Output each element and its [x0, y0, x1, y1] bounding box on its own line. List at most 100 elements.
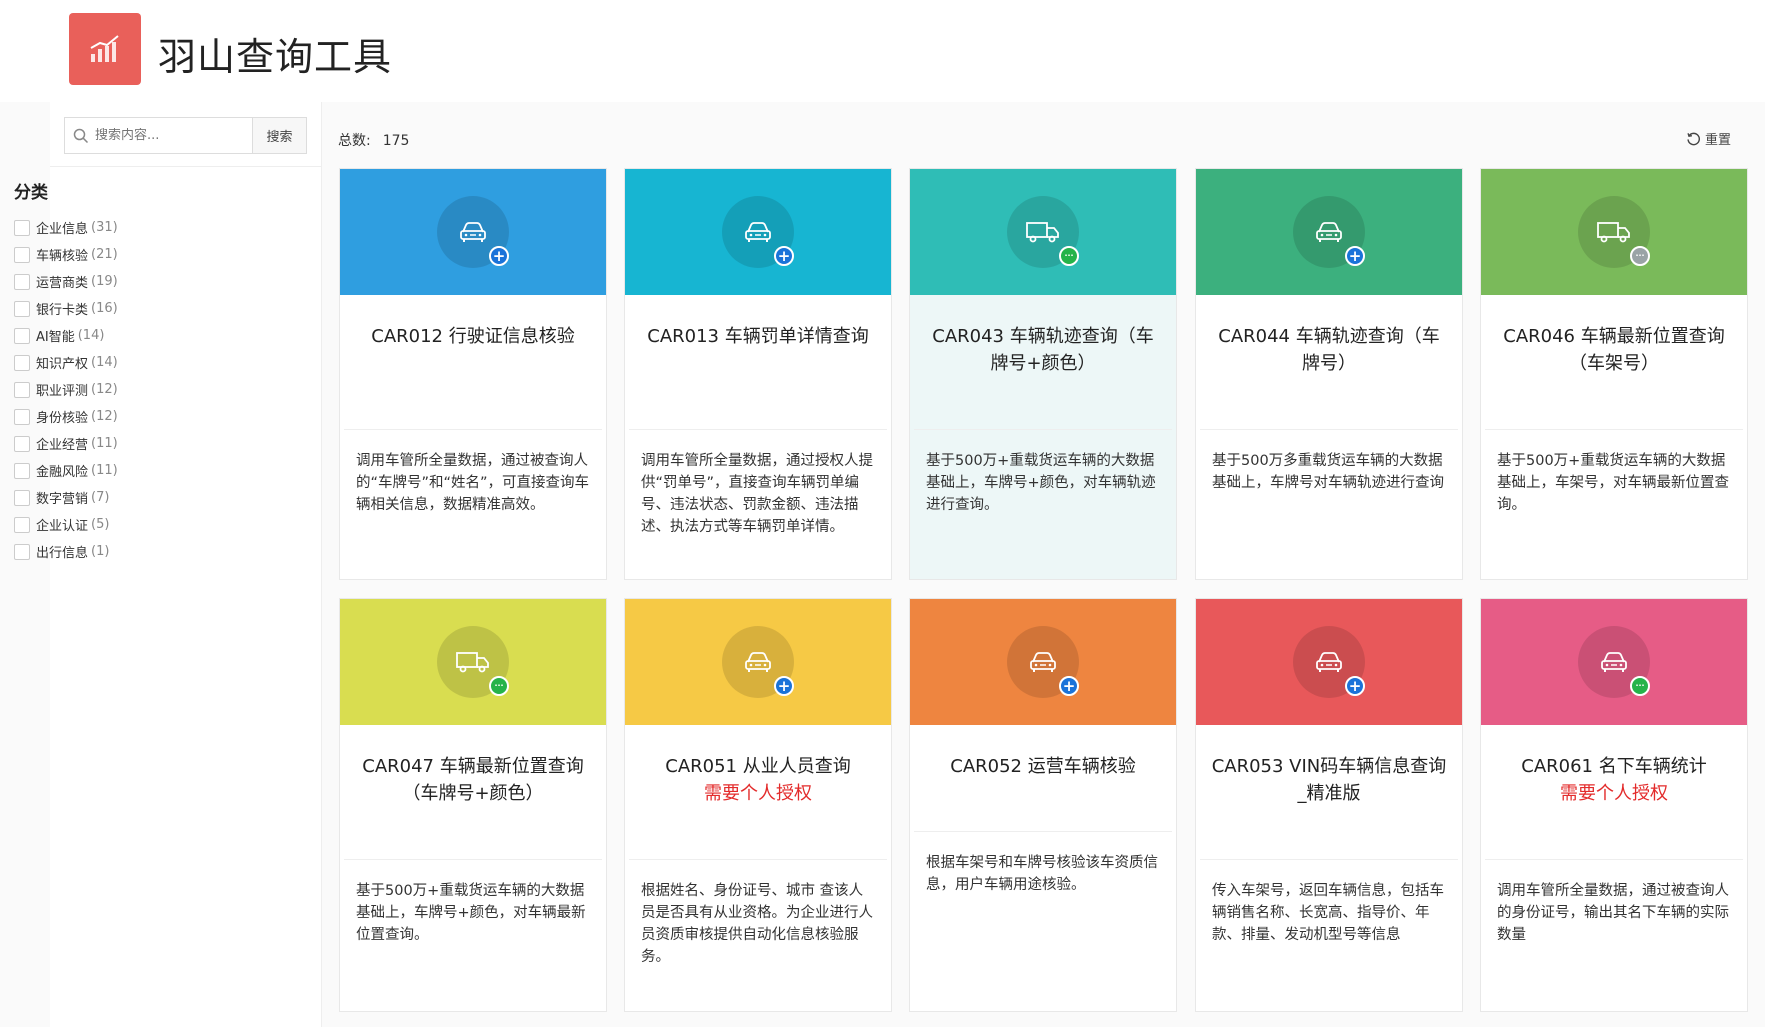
category-item[interactable]: 知识产权 (14)	[14, 349, 118, 376]
add-badge-icon: +	[774, 676, 794, 696]
category-checkbox[interactable]	[14, 273, 30, 290]
category-checkbox[interactable]	[14, 435, 30, 452]
card-title: CAR046 车辆最新位置查询（车架号）	[1481, 323, 1747, 377]
product-card[interactable]: + CAR052 运营车辆核验 根据车架号和车牌号核验该车资质信息，用户车辆用途核验…	[909, 598, 1177, 1012]
card-icon-circle: ···	[1578, 626, 1650, 698]
product-card[interactable]: ··· CAR046 车辆最新位置查询（车架号） 基于500万+重载货运车辆的大数据…	[1480, 168, 1748, 580]
card-title-text: CAR044 车辆轨迹查询（车牌号）	[1218, 326, 1440, 374]
card-icon-circle: +	[1293, 626, 1365, 698]
product-card[interactable]: ··· CAR047 车辆最新位置查询（车牌号+颜色） 基于500万+重载货运车辆的…	[339, 598, 607, 1012]
card-icon-circle: ···	[437, 626, 509, 698]
card-desc-area: 根据姓名、身份证号、城市 查该人员是否具有从业资格。为企业进行人员资质审核提供自…	[625, 860, 891, 968]
category-checkbox[interactable]	[14, 516, 30, 533]
category-checkbox[interactable]	[14, 489, 30, 506]
card-title-area: CAR044 车辆轨迹查询（车牌号）	[1196, 295, 1462, 429]
car-icon	[745, 652, 771, 672]
category-item[interactable]: AI智能 (14)	[14, 322, 118, 349]
card-banner: ···	[910, 169, 1176, 295]
category-count: (21)	[91, 247, 118, 262]
card-banner: ···	[1481, 169, 1747, 295]
category-label: 企业经营	[36, 438, 89, 453]
card-description: 基于500万+重载货运车辆的大数据基础上，车牌号+颜色，对车辆轨迹进行查询。	[926, 453, 1156, 513]
category-count: (11)	[91, 463, 118, 478]
category-item[interactable]: 数字营销 (7)	[14, 484, 118, 511]
category-checkbox[interactable]	[14, 327, 30, 344]
product-card[interactable]: + CAR013 车辆罚单详情查询 调用车管所全量数据，通过授权人提供“罚单号”，直…	[624, 168, 892, 580]
search-button[interactable]: 搜索	[252, 118, 306, 153]
category-item[interactable]: 车辆核验 (21)	[14, 241, 118, 268]
card-desc-area: 基于500万+重载货运车辆的大数据基础上，车牌号+颜色，对车辆轨迹进行查询。	[910, 430, 1176, 516]
total-value: 175	[382, 133, 410, 149]
category-title: 分类	[14, 183, 48, 203]
product-card[interactable]: + CAR044 车辆轨迹查询（车牌号） 基于500万多重载货运车辆的大数据基础上，…	[1195, 168, 1463, 580]
product-card[interactable]: + CAR051 从业人员查询 需要个人授权根据姓名、身份证号、城市 查该人员是否具…	[624, 598, 892, 1012]
card-title: CAR053 VIN码车辆信息查询_精准版	[1196, 753, 1462, 807]
category-count: (12)	[91, 382, 118, 397]
category-item[interactable]: 企业经营 (11)	[14, 430, 118, 457]
card-description: 基于500万+重载货运车辆的大数据基础上，车架号，对车辆最新位置查询。	[1497, 453, 1729, 513]
truck-icon	[456, 652, 489, 673]
category-label: 职业评测	[36, 384, 89, 399]
card-icon-circle: ···	[1007, 196, 1079, 268]
card-description: 根据车架号和车牌号核验该车资质信息，用户车辆用途核验。	[926, 855, 1158, 893]
product-card[interactable]: ··· CAR043 车辆轨迹查询（车牌号+颜色） 基于500万+重载货运车辆的大数…	[909, 168, 1177, 580]
product-card[interactable]: + CAR053 VIN码车辆信息查询_精准版传入车架号，返回车辆信息，包括车辆销…	[1195, 598, 1463, 1012]
category-label: 金融风险	[36, 465, 89, 480]
card-title-area: CAR047 车辆最新位置查询（车牌号+颜色）	[340, 725, 606, 859]
card-banner: ···	[1481, 599, 1747, 725]
category-item[interactable]: 企业认证 (5)	[14, 511, 118, 538]
total-count: 总数: 175	[338, 130, 409, 150]
card-description: 基于500万多重载货运车辆的大数据基础上，车牌号对车辆轨迹进行查询	[1212, 453, 1444, 491]
card-title-area: CAR052 运营车辆核验	[910, 725, 1176, 831]
card-desc-area: 传入车架号，返回车辆信息，包括车辆销售名称、长宽高、指导价、年款、排量、发动机型…	[1196, 860, 1462, 946]
product-card[interactable]: ··· CAR061 名下车辆统计 需要个人授权 调用车管所全量数据，通过被查询人的身…	[1480, 598, 1748, 1012]
card-description: 基于500万+重载货运车辆的大数据基础上，车牌号+颜色，对车辆最新位置查询。	[356, 883, 586, 943]
card-desc-area: 基于500万多重载货运车辆的大数据基础上，车牌号对车辆轨迹进行查询	[1196, 430, 1462, 494]
car-icon	[460, 222, 486, 242]
chart-logo-icon	[90, 35, 119, 62]
category-checkbox[interactable]	[14, 543, 30, 560]
search-input[interactable]	[95, 128, 245, 143]
category-item[interactable]: 出行信息 (1)	[14, 538, 118, 565]
card-title-text: CAR046 车辆最新位置查询（车架号）	[1503, 326, 1725, 374]
category-checkbox[interactable]	[14, 381, 30, 398]
card-title-area: CAR061 名下车辆统计 需要个人授权	[1481, 725, 1747, 859]
category-label: 知识产权	[36, 357, 89, 372]
card-icon-circle: +	[437, 196, 509, 268]
card-banner: +	[1196, 169, 1462, 295]
category-item[interactable]: 银行卡类 (16)	[14, 295, 118, 322]
category-checkbox[interactable]	[14, 246, 30, 263]
category-label: 身份核验	[36, 411, 89, 426]
product-card[interactable]: + CAR012 行驶证信息核验 调用车管所全量数据，通过被查询人的“车牌号”和“姓…	[339, 168, 607, 580]
car-icon	[1316, 652, 1342, 672]
category-checkbox[interactable]	[14, 462, 30, 479]
category-checkbox[interactable]	[14, 300, 30, 317]
category-item[interactable]: 运营商类 (19)	[14, 268, 118, 295]
add-badge-icon: +	[489, 246, 509, 266]
card-title-text: CAR043 车辆轨迹查询（车牌号+颜色）	[932, 326, 1154, 374]
search-input-wrap	[65, 118, 252, 153]
card-icon-circle: +	[1293, 196, 1365, 268]
category-checkbox[interactable]	[14, 219, 30, 236]
reset-button[interactable]: 重置	[1686, 129, 1731, 148]
sidebar-divider	[50, 166, 322, 167]
card-title: CAR061 名下车辆统计 需要个人授权	[1481, 753, 1747, 807]
card-title-area: CAR043 车辆轨迹查询（车牌号+颜色）	[910, 295, 1176, 429]
app-title: 羽山查询工具	[158, 35, 393, 79]
category-count: (5)	[91, 517, 110, 532]
card-banner: +	[625, 169, 891, 295]
card-title-area: CAR013 车辆罚单详情查询	[625, 295, 891, 429]
category-checkbox[interactable]	[14, 408, 30, 425]
category-item[interactable]: 企业信息 (31)	[14, 214, 118, 241]
category-item[interactable]: 职业评测 (12)	[14, 376, 118, 403]
card-title: CAR044 车辆轨迹查询（车牌号）	[1196, 323, 1462, 377]
category-count: (19)	[91, 274, 118, 289]
category-item[interactable]: 金融风险 (11)	[14, 457, 118, 484]
truck-icon	[1026, 222, 1059, 243]
category-item[interactable]: 身份核验 (12)	[14, 403, 118, 430]
car-icon	[1316, 222, 1342, 242]
card-description: 根据姓名、身份证号、城市 查该人员是否具有从业资格。为企业进行人员资质审核提供自…	[641, 883, 873, 965]
app-header: 羽山查询工具	[0, 0, 1765, 102]
card-title-area: CAR051 从业人员查询 需要个人授权	[625, 725, 891, 859]
category-checkbox[interactable]	[14, 354, 30, 371]
